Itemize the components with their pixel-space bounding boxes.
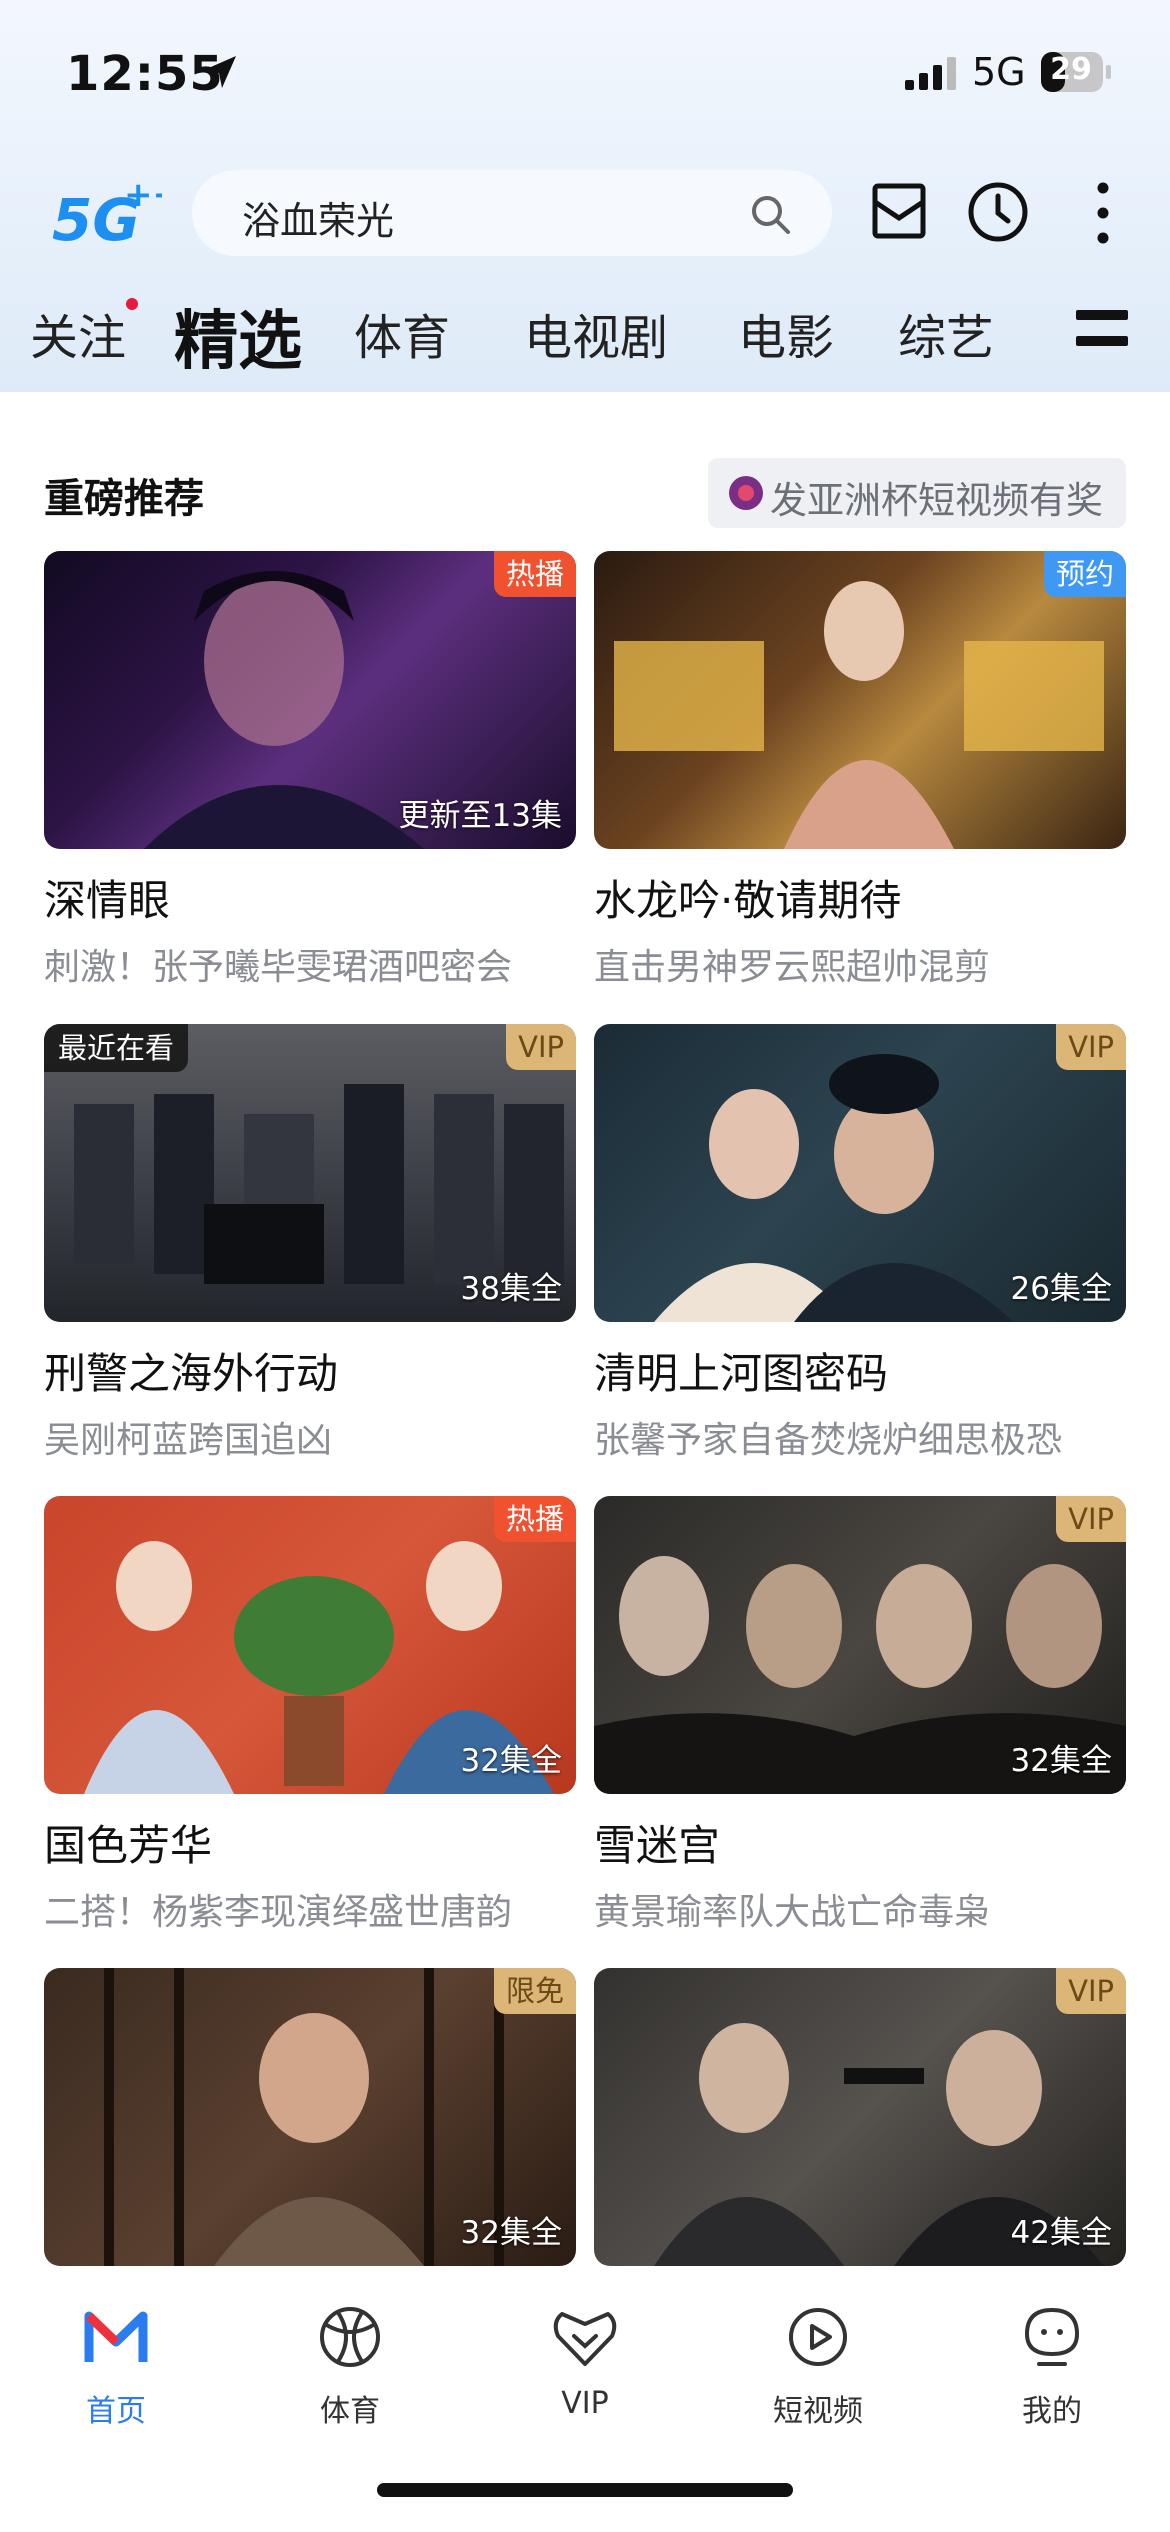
episode-count: 32集全 bbox=[460, 1743, 562, 1779]
nav-short-video-label: 短视频 bbox=[773, 2394, 863, 2429]
tab-tv-series[interactable]: 电视剧 bbox=[524, 298, 668, 368]
nav-home[interactable]: 首页 bbox=[36, 2302, 196, 2430]
card-title[interactable]: 水龙吟·敬请期待 bbox=[594, 867, 1126, 928]
video-card[interactable]: 限免 32集全 bbox=[44, 1968, 576, 2266]
history-clock-icon[interactable] bbox=[966, 180, 1030, 244]
nav-home-label: 首页 bbox=[86, 2394, 146, 2429]
video-card[interactable]: 预约 水龙吟·敬请期待 直击男神罗云熙超帅混剪 bbox=[594, 551, 1126, 990]
video-card[interactable]: 热播 32集全 国色芳华 二搭！杨紫李现演绎盛世唐韵 bbox=[44, 1496, 576, 1935]
5g-plus-logo-icon[interactable]: 5G ++ bbox=[52, 176, 162, 248]
network-type: 5G bbox=[972, 50, 1026, 94]
episode-count: 42集全 bbox=[1010, 2215, 1112, 2251]
promo-text: 发亚洲杯短视频有奖 bbox=[770, 479, 1103, 522]
tab-variety[interactable]: 综艺 bbox=[898, 298, 994, 368]
card-subtitle: 二搭！杨紫李现演绎盛世唐韵 bbox=[44, 1892, 513, 1933]
recently-watched-tag: 最近在看 bbox=[44, 1024, 189, 1072]
message-box-icon[interactable] bbox=[870, 180, 928, 242]
card-title[interactable]: 国色芳华 bbox=[44, 1812, 576, 1873]
home-m-icon bbox=[84, 2311, 148, 2362]
video-thumbnail[interactable]: 热播 32集全 bbox=[44, 1496, 576, 1794]
card-subtitle: 吴刚柯蓝跨国追凶 bbox=[44, 1420, 333, 1461]
card-subtitle: 刺激！张予曦毕雯珺酒吧密会 bbox=[44, 947, 513, 988]
card-badge: 限免 bbox=[493, 1968, 576, 2014]
video-thumbnail[interactable]: 限免 32集全 bbox=[44, 1968, 576, 2266]
nav-vip[interactable]: VIP bbox=[505, 2302, 665, 2421]
basketball-icon bbox=[320, 2307, 380, 2367]
card-badge: VIP bbox=[1056, 1496, 1126, 1542]
nav-vip-label: VIP bbox=[561, 2386, 609, 2421]
promo-banner[interactable]: 发亚洲杯短视频有奖 bbox=[708, 458, 1126, 528]
video-thumbnail[interactable]: 最近在看 VIP 38集全 bbox=[44, 1024, 576, 1322]
tab-movies[interactable]: 电影 bbox=[738, 298, 834, 368]
search-input[interactable]: 浴血荣光 bbox=[192, 170, 832, 256]
tab-featured[interactable]: 精选 bbox=[174, 290, 302, 382]
episode-count: 更新至13集 bbox=[398, 798, 562, 834]
search-query-text: 浴血荣光 bbox=[242, 199, 395, 243]
card-title[interactable]: 雪迷宫 bbox=[594, 1812, 1126, 1873]
nav-profile[interactable]: 我的 bbox=[972, 2302, 1132, 2430]
card-title[interactable]: 深情眼 bbox=[44, 867, 576, 928]
play-circle-icon bbox=[789, 2308, 847, 2366]
nav-sports[interactable]: 体育 bbox=[270, 2302, 430, 2430]
tab-sports[interactable]: 体育 bbox=[354, 298, 450, 368]
cellular-signal-icon bbox=[905, 57, 956, 90]
video-card[interactable]: 热播 更新至13集 深情眼 刺激！张予曦毕雯珺酒吧密会 bbox=[44, 551, 576, 990]
thumbnail-figure bbox=[614, 581, 1104, 849]
location-arrow-icon bbox=[204, 56, 236, 88]
battery-level: 29 bbox=[1050, 52, 1092, 87]
card-subtitle: 张馨予家自备焚烧炉细思极恐 bbox=[594, 1420, 1063, 1461]
card-badge: 热播 bbox=[493, 551, 576, 597]
video-thumbnail[interactable]: VIP 26集全 bbox=[594, 1024, 1126, 1322]
svg-text:++: ++ bbox=[124, 176, 162, 215]
search-icon[interactable] bbox=[748, 192, 792, 236]
video-card[interactable]: VIP 32集全 雪迷宫 黄景瑜率队大战亡命毒枭 bbox=[594, 1496, 1126, 1935]
video-card[interactable]: 最近在看 VIP 38集全 刑警之海外行动 吴刚柯蓝跨国追凶 bbox=[44, 1024, 576, 1463]
video-card[interactable]: VIP 42集全 bbox=[594, 1968, 1126, 2266]
card-subtitle: 直击男神罗云熙超帅混剪 bbox=[594, 947, 991, 988]
video-thumbnail[interactable]: 热播 更新至13集 bbox=[44, 551, 576, 849]
card-title[interactable]: 刑警之海外行动 bbox=[44, 1340, 576, 1401]
video-thumbnail[interactable]: 预约 bbox=[594, 551, 1126, 849]
episode-count: 26集全 bbox=[1010, 1271, 1112, 1307]
card-subtitle: 黄景瑜率队大战亡命毒枭 bbox=[594, 1892, 991, 1933]
card-title[interactable]: 清明上河图密码 bbox=[594, 1340, 1126, 1401]
home-indicator bbox=[377, 2483, 793, 2497]
card-badge: VIP bbox=[506, 1024, 576, 1070]
vip-heart-icon bbox=[553, 2312, 617, 2366]
more-vertical-icon[interactable] bbox=[1086, 180, 1120, 246]
video-thumbnail[interactable]: VIP 42集全 bbox=[594, 1968, 1126, 2266]
card-badge: VIP bbox=[1056, 1024, 1126, 1070]
episode-count: 32集全 bbox=[1010, 1743, 1112, 1779]
card-badge: 热播 bbox=[493, 1496, 576, 1542]
promo-logo-icon bbox=[729, 476, 763, 510]
card-badge: 预约 bbox=[1043, 551, 1126, 597]
tab-follow[interactable]: 关注 bbox=[30, 298, 126, 368]
section-title: 重磅推荐 bbox=[44, 476, 204, 522]
episode-count: 38集全 bbox=[460, 1271, 562, 1307]
nav-sports-label: 体育 bbox=[320, 2394, 380, 2429]
profile-icon bbox=[1024, 2307, 1080, 2366]
card-badge: VIP bbox=[1056, 1968, 1126, 2014]
nav-short-video[interactable]: 短视频 bbox=[738, 2302, 898, 2430]
tabs-menu-icon[interactable] bbox=[1076, 308, 1128, 352]
tab-follow-dot bbox=[126, 298, 138, 310]
video-card[interactable]: VIP 26集全 清明上河图密码 张馨予家自备焚烧炉细思极恐 bbox=[594, 1024, 1126, 1463]
episode-count: 32集全 bbox=[460, 2215, 562, 2251]
nav-profile-label: 我的 bbox=[1022, 2394, 1082, 2429]
video-thumbnail[interactable]: VIP 32集全 bbox=[594, 1496, 1126, 1794]
